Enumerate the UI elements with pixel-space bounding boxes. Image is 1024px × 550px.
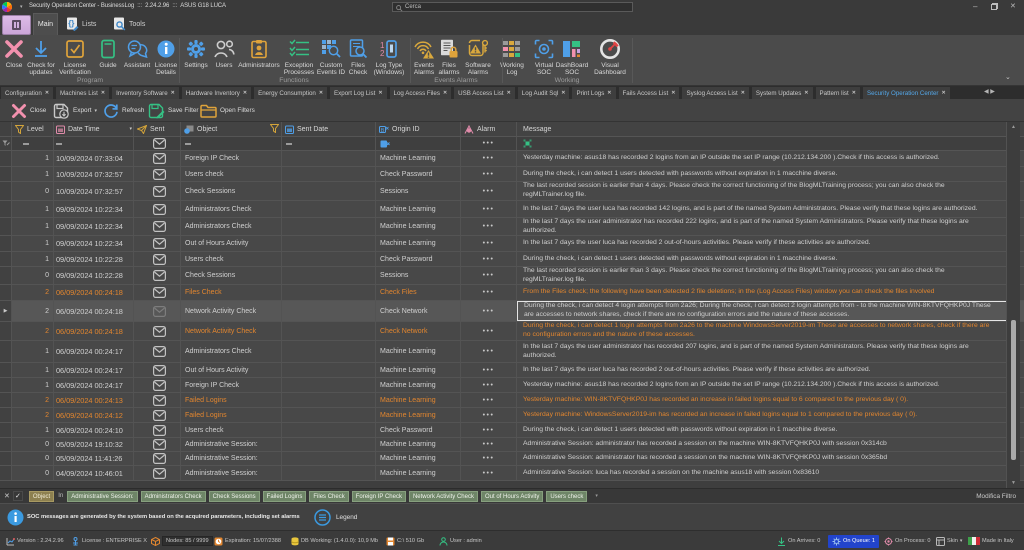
svg-text:2: 2 — [380, 49, 385, 58]
svg-text:B: B — [381, 127, 385, 133]
svg-text:{}: {} — [68, 19, 74, 28]
